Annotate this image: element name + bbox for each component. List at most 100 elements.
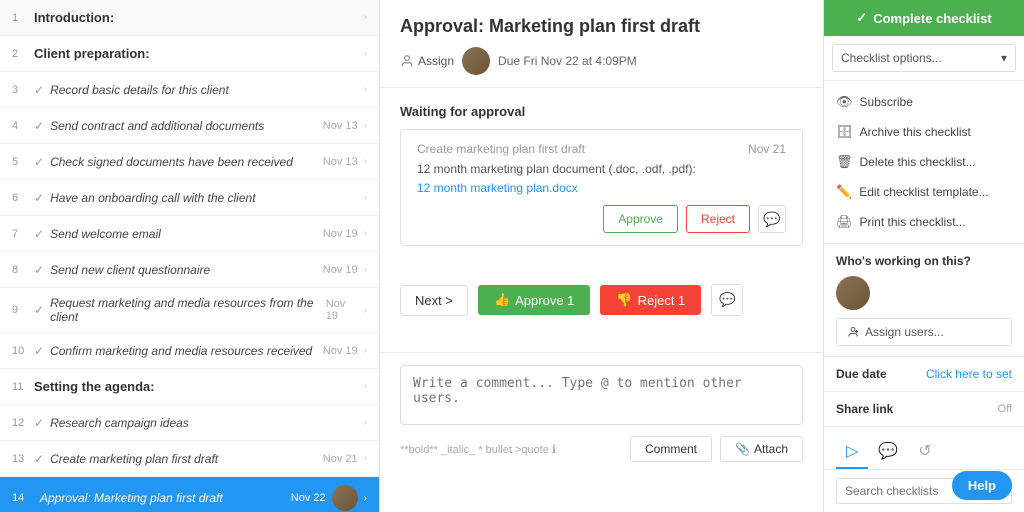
menu-item-icon: 🖨	[836, 214, 853, 230]
item-content: Approval: Marketing plan first draftNov …	[34, 485, 358, 511]
sidebar-item-9[interactable]: 9✓Request marketing and media resources …	[0, 288, 379, 333]
item-number: 10	[12, 345, 34, 357]
thumbs-down-icon: 👎	[616, 292, 632, 308]
item-content: ✓Check signed documents have been receiv…	[34, 155, 358, 169]
sidebar-item-8[interactable]: 8✓Send new client questionnaireNov 19›	[0, 252, 379, 288]
comment-submit-button[interactable]: Comment	[630, 436, 712, 462]
tab-history[interactable]: ↺	[908, 435, 941, 469]
panel-menu-item-0[interactable]: 👁 Subscribe	[824, 87, 1024, 117]
checkmark-icon: ✓	[856, 10, 867, 26]
item-number: 13	[12, 453, 34, 465]
sidebar-item-3[interactable]: 3✓Record basic details for this client›	[0, 72, 379, 108]
checklist-options-button[interactable]: Checklist options... ▾	[832, 44, 1016, 72]
panel-menu-item-3[interactable]: ✏️Edit checklist template...	[824, 177, 1024, 207]
main-title: Approval: Marketing plan first draft	[400, 16, 803, 37]
item-date: Nov 13	[323, 120, 358, 132]
chevron-right-icon: ›	[364, 192, 367, 203]
share-section: Share link Off	[824, 392, 1024, 427]
menu-item-label: Subscribe	[860, 95, 913, 109]
comment-input[interactable]	[400, 365, 803, 425]
checklist-options-section: Checklist options... ▾	[824, 36, 1024, 81]
help-button[interactable]: Help	[952, 471, 1012, 500]
sidebar-item-2[interactable]: 2Client preparation:›	[0, 36, 379, 72]
sidebar-item-10[interactable]: 10✓Confirm marketing and media resources…	[0, 333, 379, 369]
complete-checklist-button[interactable]: ✓ Complete checklist	[824, 0, 1024, 36]
sidebar-item-13[interactable]: 13✓Create marketing plan first draftNov …	[0, 441, 379, 477]
item-label: Create marketing plan first draft	[50, 452, 218, 466]
chevron-right-icon: ›	[364, 453, 367, 464]
approval-card-title-text: Create marketing plan first draft	[417, 142, 585, 156]
item-label: Request marketing and media resources fr…	[50, 296, 320, 324]
item-date: Nov 19	[323, 228, 358, 240]
item-number: 3	[12, 84, 34, 96]
tab-activity[interactable]: ▷	[836, 435, 868, 469]
menu-item-icon: 🗑	[836, 154, 853, 170]
who-title: Who's working on this?	[836, 254, 1012, 268]
check-icon: ✓	[34, 227, 44, 241]
assign-button[interactable]: Assign	[400, 54, 454, 68]
who-section: Who's working on this? Assign users...	[824, 244, 1024, 357]
reject-main-button[interactable]: 👎 Reject 1	[600, 285, 701, 315]
check-icon: ✓	[34, 344, 44, 358]
sidebar-item-11[interactable]: 11Setting the agenda:›	[0, 369, 379, 405]
panel-menu-item-2[interactable]: 🗑Delete this checklist...	[824, 147, 1024, 177]
tab-comments[interactable]: 💬	[868, 435, 908, 469]
sidebar-item-12[interactable]: 12✓Research campaign ideas›	[0, 405, 379, 441]
item-label: Introduction:	[34, 10, 114, 25]
chevron-right-icon: ›	[364, 228, 367, 239]
reject-main-label: Reject 1	[638, 293, 686, 308]
item-content: ✓Send welcome emailNov 19	[34, 227, 358, 241]
panel-menu-item-4[interactable]: 🖨Print this checklist...	[824, 207, 1024, 237]
check-icon: ✓	[34, 191, 44, 205]
main-header: Approval: Marketing plan first draft Ass…	[380, 0, 823, 88]
panel-menu-item-1[interactable]: 🗄Archive this checklist	[824, 117, 1024, 147]
working-user-avatar	[836, 276, 870, 310]
comment-main-button[interactable]: 💬	[711, 284, 743, 316]
sidebar-item-6[interactable]: 6✓Have an onboarding call with the clien…	[0, 180, 379, 216]
item-label: Send new client questionnaire	[50, 263, 210, 277]
approve-small-button[interactable]: Approve	[603, 205, 678, 233]
approval-card: Create marketing plan first draft Nov 21…	[400, 129, 803, 246]
menu-item-label: Archive this checklist	[860, 125, 971, 139]
item-label: Have an onboarding call with the client	[50, 191, 255, 205]
item-number: 9	[12, 304, 34, 316]
reject-small-button[interactable]: Reject	[686, 205, 750, 233]
check-icon: ✓	[34, 416, 44, 430]
chevron-right-icon: ›	[364, 84, 367, 95]
sidebar-item-14[interactable]: 14Approval: Marketing plan first draftNo…	[0, 477, 379, 512]
next-button[interactable]: Next >	[400, 285, 468, 316]
comment-small-button[interactable]: 💬	[758, 205, 786, 233]
assignee-avatar	[462, 47, 490, 75]
sidebar-item-4[interactable]: 4✓Send contract and additional documents…	[0, 108, 379, 144]
item-content: ✓ Have an onboarding call with the client	[34, 191, 358, 205]
item-content: ✓Research campaign ideas	[34, 416, 358, 430]
sidebar-item-1[interactable]: 1Introduction:›	[0, 0, 379, 36]
share-label: Share link	[836, 402, 893, 416]
main-content: Approval: Marketing plan first draft Ass…	[380, 0, 824, 512]
chevron-right-icon: ›	[364, 381, 367, 392]
assign-users-button[interactable]: Assign users...	[836, 318, 1012, 346]
due-date-label: Due date	[836, 367, 887, 381]
check-icon: ✓	[34, 263, 44, 277]
item-date: Nov 13	[323, 156, 358, 168]
waiting-title: Waiting for approval	[400, 104, 803, 119]
attach-button[interactable]: 📎 Attach	[720, 436, 803, 462]
paperclip-icon: 📎	[735, 442, 750, 456]
item-number: 4	[12, 120, 34, 132]
item-content: ✓Request marketing and media resources f…	[34, 296, 358, 324]
sidebar-item-5[interactable]: 5✓Check signed documents have been recei…	[0, 144, 379, 180]
item-number: 5	[12, 156, 34, 168]
check-icon: ✓	[34, 119, 44, 133]
chevron-right-icon: ›	[364, 305, 367, 316]
approve-main-button[interactable]: 👍 Approve 1	[478, 285, 590, 315]
item-label: Check signed documents have been receive…	[50, 155, 293, 169]
item-content: Introduction:	[34, 10, 358, 25]
menu-item-icon: 👁	[836, 94, 853, 110]
approval-card-title[interactable]: Create marketing plan first draft Nov 21	[417, 142, 786, 156]
sidebar-item-7[interactable]: 7✓Send welcome emailNov 19›	[0, 216, 379, 252]
check-icon: ✓	[34, 452, 44, 466]
due-date-set-link[interactable]: Click here to set	[926, 367, 1012, 381]
chevron-right-icon: ›	[364, 417, 367, 428]
approval-card-link[interactable]: 12 month marketing plan.docx	[417, 181, 578, 195]
complete-label: Complete checklist	[873, 11, 992, 26]
